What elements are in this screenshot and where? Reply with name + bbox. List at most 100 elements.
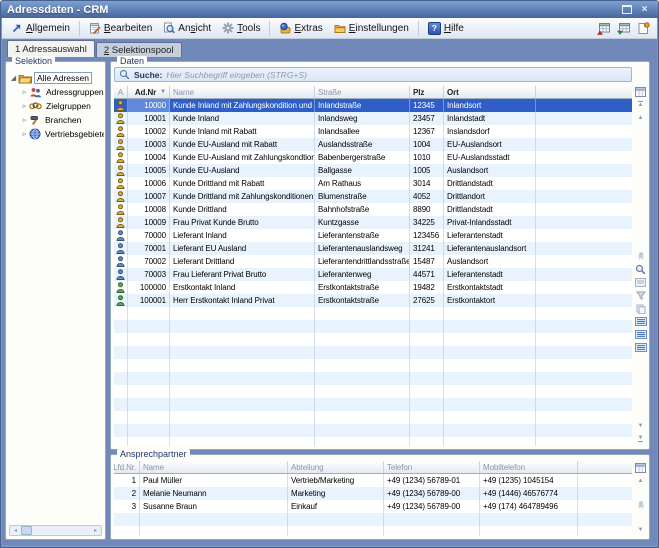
address-row[interactable]: 10008Kunde DrittlandBahnhofstraße8890Dri… — [114, 203, 632, 216]
contact-row[interactable]: 3Susanne BraunEinkauf+49 (1234) 56789-00… — [114, 500, 632, 513]
magnifier-icon[interactable] — [634, 264, 647, 275]
menu-item-tools[interactable]: Tools — [217, 20, 265, 36]
empty-row — [114, 333, 632, 346]
tree-item-adressgruppen[interactable]: ▹Adressgruppen — [8, 85, 104, 99]
column-header-ad-nr[interactable]: Ad.Nr▼ — [128, 86, 170, 98]
expand-glyph-icon[interactable]: ▹ — [20, 102, 29, 110]
filter-icon[interactable] — [634, 290, 647, 301]
menu-item-ansicht[interactable]: Ansicht — [158, 20, 216, 36]
tab-label: 1 Adressauswahl — [15, 44, 87, 55]
menu-item-bearbeiten[interactable]: Bearbeiten — [84, 20, 157, 36]
column-header-straße[interactable]: Straße — [315, 86, 410, 98]
expand-glyph-icon[interactable]: ▹ — [20, 88, 29, 96]
cell-filler — [536, 242, 632, 255]
menu-item-label: Einstellungen — [349, 23, 409, 34]
list-view-icon[interactable] — [634, 342, 647, 353]
empty-row — [114, 424, 632, 437]
empty-cell — [288, 526, 384, 536]
column-header-name[interactable]: Name — [140, 461, 288, 473]
column-chooser-icon[interactable] — [634, 86, 647, 97]
scroll-top-icon[interactable]: ▲ — [634, 99, 647, 110]
address-row[interactable]: 10004Kunde EU-Ausland mit Zahlungskondti… — [114, 151, 632, 164]
tree-item-branchen[interactable]: ▹ Branchen — [8, 113, 104, 127]
export-table-button[interactable] — [597, 22, 611, 35]
tree-item-vertriebsgebiete[interactable]: ▹Vertriebsgebiete — [8, 127, 104, 141]
column-chooser-icon[interactable] — [634, 462, 647, 473]
close-button[interactable]: × — [637, 3, 652, 16]
grip-h-icon[interactable] — [21, 526, 32, 535]
empty-cell — [128, 333, 170, 346]
empty-cell — [384, 513, 480, 526]
scroll-up-icon[interactable]: ▲ — [634, 112, 647, 123]
menu-item-allgemein[interactable]: Allgemein — [6, 20, 75, 36]
address-row[interactable]: 70002Lieferant DrittlandLieferantendritt… — [114, 255, 632, 268]
scroll-bottom-icon[interactable]: ▼ — [634, 433, 647, 444]
new-document-button[interactable] — [637, 22, 650, 35]
tree-item-label: Branchen — [43, 115, 83, 125]
tabstrip: 1 Adressauswahl 2 Selektionspool — [2, 39, 657, 57]
scroll-up-icon[interactable]: ▲ — [634, 475, 647, 486]
column-header-plz[interactable]: Plz — [410, 86, 444, 98]
cell-mobiltelefon: +49 (1235) 1045154 — [480, 474, 578, 487]
empty-cell — [480, 513, 578, 526]
cell-strasse: Erstkontaktstraße — [315, 281, 410, 294]
column-header-a[interactable]: A — [114, 86, 128, 98]
address-row[interactable]: 70003Frau Lieferant Privat BruttoLiefera… — [114, 268, 632, 281]
titlebar[interactable]: Adressdaten - CRM × — [1, 1, 658, 18]
search-input[interactable] — [166, 70, 627, 80]
restore-button[interactable] — [619, 3, 634, 16]
scroll-down-icon[interactable]: ▼ — [634, 420, 647, 431]
menu-item-extras[interactable]: Extras — [274, 20, 327, 36]
address-row[interactable]: 10000Kunde Inland mit Zahlungskondition … — [114, 99, 632, 112]
address-row[interactable]: 10007Kunde Drittland mit Zahlungskonditi… — [114, 190, 632, 203]
horizontal-scrollbar[interactable]: ◂▸ — [9, 525, 102, 536]
address-row[interactable]: 70001Lieferant EU AuslandLieferantenausl… — [114, 242, 632, 255]
scroll-down-icon[interactable]: ▼ — [634, 524, 647, 535]
scroll-left-icon[interactable]: ◂ — [10, 526, 21, 535]
list-view-icon[interactable] — [634, 329, 647, 340]
scroll-right-icon[interactable]: ▸ — [90, 526, 101, 535]
collapse-glyph-icon[interactable]: ◢ — [9, 74, 18, 82]
expand-glyph-icon[interactable]: ▹ — [20, 116, 29, 124]
tree-item-alle-adressen[interactable]: ◢Alle Adressen — [8, 71, 104, 85]
empty-cell — [315, 385, 410, 398]
column-header-ort[interactable]: Ort — [444, 86, 536, 98]
cell-strasse: Bahnhofstraße — [315, 203, 410, 216]
column-header-abteilung[interactable]: Abteilung — [288, 461, 384, 473]
cell-strasse: Inlandsallee — [315, 125, 410, 138]
address-row[interactable]: 10001Kunde InlandInlandsweg23457Inlandst… — [114, 112, 632, 125]
cell-strasse: Lieferantenstraße — [315, 229, 410, 242]
address-row[interactable]: 10003Kunde EU-Ausland mit RabattAuslands… — [114, 138, 632, 151]
contact-row[interactable]: 2Melanie NeumannMarketing+49 (1234) 5678… — [114, 487, 632, 500]
cell-adnr: 70003 — [128, 268, 170, 281]
copy-icon[interactable] — [634, 303, 647, 314]
address-row[interactable]: 10002Kunde Inland mit RabattInlandsallee… — [114, 125, 632, 138]
address-row[interactable]: 100000Erstkontakt InlandErstkontaktstraß… — [114, 281, 632, 294]
address-row[interactable]: 10009Frau Privat Kunde BruttoKuntzgasse3… — [114, 216, 632, 229]
column-header-label: Straße — [318, 88, 341, 97]
address-row[interactable]: 10005Kunde EU-AuslandBallgasse1005Auslan… — [114, 164, 632, 177]
column-header-lfd-nr[interactable]: Lfd.Nr. — [114, 461, 140, 473]
empty-cell — [114, 385, 128, 398]
expand-glyph-icon[interactable]: ▹ — [20, 130, 29, 138]
menu-item-hilfe[interactable]: ?Hilfe — [423, 20, 469, 37]
contact-row[interactable]: 1Paul MüllerVertrieb/Marketing+49 (1234)… — [114, 474, 632, 487]
empty-cell — [536, 437, 632, 446]
column-header-telefon[interactable]: Telefon — [384, 461, 480, 473]
tab-2-selektionspool[interactable]: 2 Selektionspool — [96, 42, 182, 57]
import-table-button[interactable] — [617, 22, 631, 35]
help-icon: ? — [428, 22, 441, 35]
column-header-name[interactable]: Name — [170, 86, 315, 98]
column-header-mobiltelefon[interactable]: Mobiltelefon — [480, 461, 578, 473]
address-row[interactable]: 100001Herr Erstkontakt Inland PrivatErst… — [114, 294, 632, 307]
menu-item-einstellungen[interactable]: Einstellungen — [329, 20, 414, 36]
tree-item-zielgruppen[interactable]: ▹Zielgruppen — [8, 99, 104, 113]
empty-cell — [578, 526, 632, 536]
grip-icon[interactable]: (‖) — [634, 251, 647, 262]
grip-icon[interactable]: (‖) — [634, 500, 647, 511]
tab-1-adressauswahl[interactable]: 1 Adressauswahl — [7, 40, 95, 57]
address-row[interactable]: 70000Lieferant InlandLieferantenstraße12… — [114, 229, 632, 242]
card-view-icon[interactable] — [634, 277, 647, 288]
list-view-icon[interactable] — [634, 316, 647, 327]
address-row[interactable]: 10006Kunde Drittland mit RabattAm Rathau… — [114, 177, 632, 190]
